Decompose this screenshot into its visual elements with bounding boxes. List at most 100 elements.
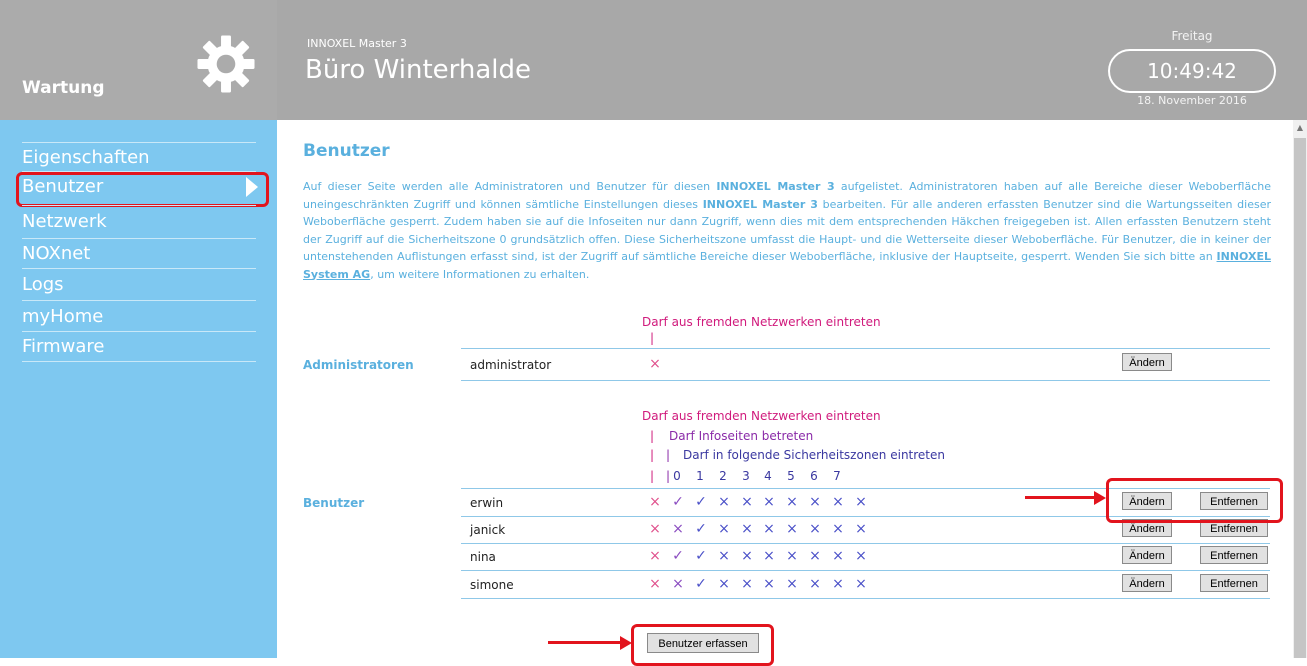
sidebar-divider bbox=[22, 205, 256, 206]
remove-user-button[interactable]: Entfernen bbox=[1200, 574, 1268, 592]
cross-icon: × bbox=[809, 494, 821, 510]
page-title: Benutzer bbox=[303, 141, 390, 161]
cross-icon: × bbox=[832, 548, 844, 564]
user-name: erwin bbox=[470, 496, 504, 510]
user-name: simone bbox=[470, 578, 514, 592]
sidebar-item-noxnet[interactable]: NOXnet bbox=[22, 243, 90, 264]
intro-bold: INNOXEL Master 3 bbox=[702, 197, 818, 211]
cross-icon: × bbox=[763, 521, 775, 537]
red-arrow-icon bbox=[1025, 496, 1097, 499]
zone-number: 6 bbox=[810, 469, 818, 483]
cross-icon: × bbox=[672, 576, 684, 592]
cross-icon: × bbox=[855, 494, 867, 510]
users-header-bar: | bbox=[650, 469, 655, 483]
intro-text: Auf dieser Seite werden alle Administrat… bbox=[303, 178, 1271, 283]
sidebar-divider bbox=[22, 300, 256, 301]
sidebar-divider bbox=[22, 171, 256, 172]
row-divider bbox=[461, 598, 1270, 599]
cross-icon: × bbox=[809, 576, 821, 592]
cross-icon: × bbox=[718, 521, 730, 537]
check-icon: ✓ bbox=[695, 576, 707, 592]
red-arrow-icon bbox=[548, 641, 622, 644]
edit-user-button[interactable]: Ändern bbox=[1122, 492, 1172, 510]
zone-number: 0 bbox=[673, 469, 681, 483]
red-arrowhead-icon bbox=[620, 636, 632, 650]
remove-user-button[interactable]: Entfernen bbox=[1200, 492, 1268, 510]
sidebar bbox=[0, 120, 277, 658]
admins-label: Administratoren bbox=[303, 358, 414, 372]
cross-icon: × bbox=[649, 494, 661, 510]
date: 18. November 2016 bbox=[1137, 94, 1247, 107]
cross-icon: × bbox=[855, 548, 867, 564]
cross-icon: × bbox=[718, 494, 730, 510]
sidebar-item-benutzer[interactable]: Benutzer bbox=[22, 176, 103, 197]
zone-number: 5 bbox=[787, 469, 795, 483]
zone-number: 1 bbox=[696, 469, 704, 483]
cross-icon: × bbox=[672, 521, 684, 537]
admin-header-bar: | bbox=[650, 331, 655, 345]
cross-icon: × bbox=[741, 576, 753, 592]
cross-icon: × bbox=[649, 548, 661, 564]
weekday: Freitag bbox=[1171, 29, 1213, 43]
cross-icon: × bbox=[763, 576, 775, 592]
clock: 10:49:42 bbox=[1108, 49, 1276, 93]
cross-icon: × bbox=[741, 548, 753, 564]
zone-number: 4 bbox=[764, 469, 772, 483]
check-icon: ✓ bbox=[672, 494, 684, 510]
active-arrow-icon bbox=[246, 177, 258, 197]
intro-part: Auf dieser Seite werden alle Administrat… bbox=[303, 180, 717, 193]
sidebar-divider bbox=[22, 361, 256, 362]
edit-user-button[interactable]: Ändern bbox=[1122, 574, 1172, 592]
remove-user-button[interactable]: Entfernen bbox=[1200, 546, 1268, 564]
sidebar-divider bbox=[22, 331, 256, 332]
user-name: janick bbox=[470, 523, 506, 537]
sidebar-divider bbox=[22, 268, 256, 269]
sidebar-item-firmware[interactable]: Firmware bbox=[22, 336, 105, 357]
cross-icon: × bbox=[718, 576, 730, 592]
cross-icon: × bbox=[763, 548, 775, 564]
sidebar-item-netzwerk[interactable]: Netzwerk bbox=[22, 211, 107, 232]
section-title: Wartung bbox=[22, 78, 105, 98]
check-icon: ✓ bbox=[695, 548, 707, 564]
cross-icon: × bbox=[786, 548, 798, 564]
cross-icon: × bbox=[809, 521, 821, 537]
intro-bold: INNOXEL Master 3 bbox=[716, 180, 835, 193]
users-header-zones: Darf in folgende Sicherheitszonen eintre… bbox=[683, 448, 946, 462]
cross-icon: × bbox=[855, 521, 867, 537]
intro-part: , um weitere Informationen zu erhalten. bbox=[370, 267, 590, 281]
cross-icon: × bbox=[741, 494, 753, 510]
sidebar-item-logs[interactable]: Logs bbox=[22, 274, 64, 295]
users-header-bar: | bbox=[666, 448, 671, 462]
row-divider bbox=[461, 543, 1270, 544]
sidebar-divider bbox=[22, 142, 256, 143]
scroll-up-icon[interactable]: ▲ bbox=[1293, 120, 1307, 136]
sidebar-item-eigenschaften[interactable]: Eigenschaften bbox=[22, 147, 150, 168]
cross-icon: × bbox=[855, 576, 867, 592]
add-user-button[interactable]: Benutzer erfassen bbox=[647, 633, 759, 653]
edit-user-button[interactable]: Ändern bbox=[1122, 546, 1172, 564]
sidebar-item-myhome[interactable]: myHome bbox=[22, 306, 103, 327]
admin-external-mark: × bbox=[649, 356, 661, 372]
edit-user-button[interactable]: Ändern bbox=[1122, 519, 1172, 537]
cross-icon: × bbox=[786, 576, 798, 592]
cross-icon: × bbox=[741, 521, 753, 537]
cross-icon: × bbox=[832, 521, 844, 537]
row-divider bbox=[461, 570, 1270, 571]
cross-icon: × bbox=[832, 576, 844, 592]
cross-icon: × bbox=[786, 521, 798, 537]
remove-user-button[interactable]: Entfernen bbox=[1200, 519, 1268, 537]
cross-icon: × bbox=[649, 521, 661, 537]
users-label: Benutzer bbox=[303, 496, 365, 510]
row-divider bbox=[461, 380, 1270, 381]
row-divider bbox=[461, 488, 1270, 489]
gear-icon bbox=[197, 35, 255, 93]
users-header-info: Darf Infoseiten betreten bbox=[669, 429, 814, 443]
users-header-bar: | bbox=[650, 429, 655, 443]
scrollbar-thumb[interactable] bbox=[1294, 138, 1306, 658]
admin-header-external: Darf aus fremden Netzwerken eintreten bbox=[642, 315, 881, 329]
check-icon: ✓ bbox=[695, 521, 707, 537]
cross-icon: × bbox=[832, 494, 844, 510]
room-name: Büro Winterhalde bbox=[305, 55, 532, 85]
admin-edit-button[interactable]: Ändern bbox=[1122, 353, 1172, 371]
zone-number: 3 bbox=[742, 469, 750, 483]
